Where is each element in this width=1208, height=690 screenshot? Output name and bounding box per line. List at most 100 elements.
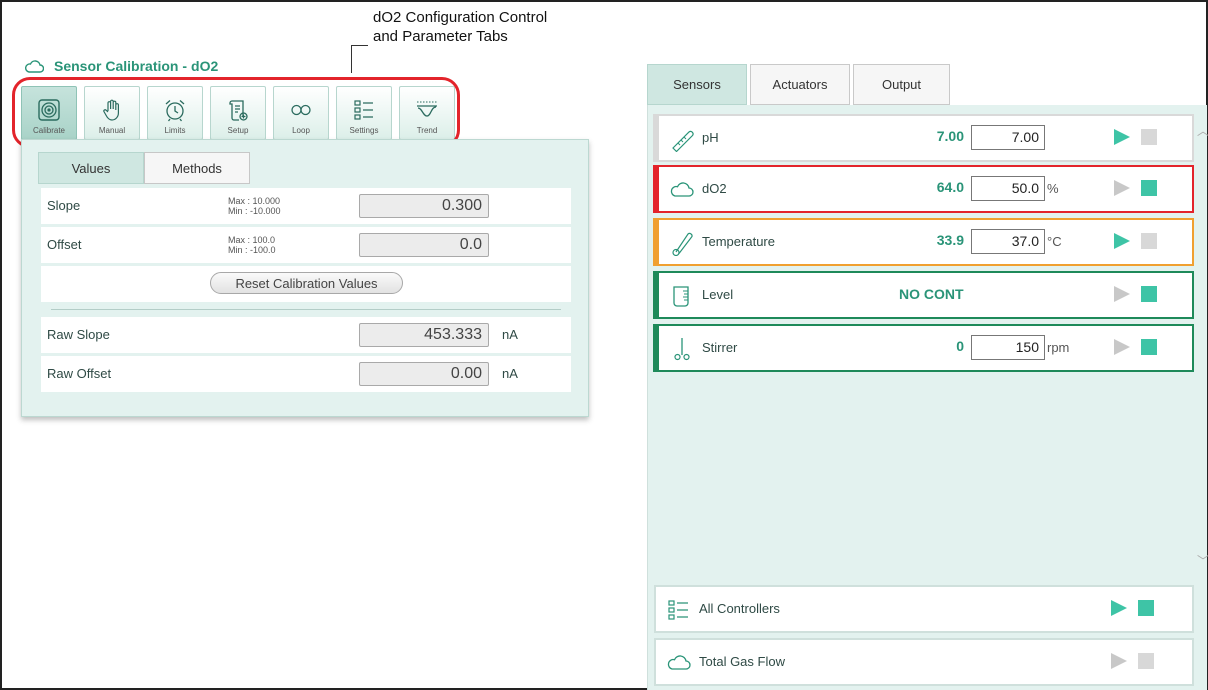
right-tabs: Sensors Actuators Output bbox=[647, 64, 950, 105]
tool-calibrate-label: Calibrate bbox=[32, 126, 65, 135]
slope-field[interactable]: 0.300 bbox=[359, 194, 489, 218]
tool-setup-label: Setup bbox=[227, 126, 249, 135]
loop-infinity-icon bbox=[291, 104, 311, 116]
sensor-setpoint-field[interactable]: 50.0 bbox=[971, 176, 1045, 201]
raw-offset-field: 0.00 bbox=[359, 362, 489, 386]
sensor-name: Temperature bbox=[702, 234, 775, 249]
tool-setup-button[interactable]: Setup bbox=[210, 86, 266, 140]
all-controllers-row[interactable]: All Controllers bbox=[654, 585, 1194, 633]
total-gas-flow-row[interactable]: Total Gas Flow bbox=[654, 638, 1194, 686]
sensor-row-temperature[interactable]: Temperature 33.9 37.0 °C bbox=[653, 218, 1194, 266]
tool-limits-button[interactable]: Limits bbox=[147, 86, 203, 140]
sensor-setpoint-field[interactable]: 7.00 bbox=[971, 125, 1045, 150]
annotation-callout: dO2 Configuration Control and Parameter … bbox=[373, 8, 547, 46]
slope-range: Max : 10.000 Min : -10.000 bbox=[228, 196, 281, 216]
tool-manual-label: Manual bbox=[98, 126, 126, 135]
offset-min: Min : -100.0 bbox=[228, 245, 276, 255]
calibration-subtabs: Values Methods bbox=[38, 152, 250, 184]
tab-output[interactable]: Output bbox=[853, 64, 950, 105]
raw-offset-label: Raw Offset bbox=[47, 366, 112, 381]
rows-divider bbox=[41, 305, 571, 317]
annotation-leader-vertical bbox=[351, 45, 352, 73]
tool-loop-label: Loop bbox=[292, 126, 310, 135]
alarm-clock-icon bbox=[165, 100, 185, 122]
settings-checklist-icon bbox=[668, 600, 688, 620]
tool-calibrate-button[interactable]: Calibrate bbox=[21, 86, 77, 140]
offset-max: Max : 100.0 bbox=[228, 235, 276, 245]
tool-loop-button[interactable]: Loop bbox=[273, 86, 329, 140]
hand-icon bbox=[103, 99, 119, 121]
offset-row: Offset Max : 100.0 Min : -100.0 0.0 bbox=[41, 227, 571, 263]
calibration-rows: Slope Max : 10.000 Min : -10.000 0.300 O… bbox=[41, 188, 571, 395]
annotation-line-2: and Parameter Tabs bbox=[373, 28, 508, 45]
scroll-up-arrow[interactable]: ︿ bbox=[1197, 122, 1208, 139]
sensor-unit: °C bbox=[1047, 234, 1062, 249]
start-button[interactable] bbox=[1114, 180, 1130, 196]
reset-row: Reset Calibration Values bbox=[41, 266, 571, 302]
sensor-unit: rpm bbox=[1047, 340, 1070, 355]
offset-field[interactable]: 0.0 bbox=[359, 233, 489, 257]
slope-row: Slope Max : 10.000 Min : -10.000 0.300 bbox=[41, 188, 571, 224]
sensor-row-level[interactable]: Level NO CONT bbox=[653, 271, 1194, 319]
cloud-icon bbox=[667, 655, 691, 670]
sensor-unit: % bbox=[1047, 181, 1059, 196]
tab-sensors[interactable]: Sensors bbox=[647, 64, 747, 105]
thermometer-probe-icon bbox=[672, 130, 694, 152]
tool-trend-label: Trend bbox=[416, 126, 438, 135]
start-button[interactable] bbox=[1114, 339, 1130, 355]
sensor-pv: 64.0 bbox=[936, 179, 964, 195]
slope-min: Min : -10.000 bbox=[228, 206, 281, 216]
raw-slope-field: 453.333 bbox=[359, 323, 489, 347]
scroll-down-arrow[interactable]: ﹀ bbox=[1197, 552, 1208, 569]
raw-slope-row: Raw Slope 453.333 nA bbox=[41, 317, 571, 353]
offset-label: Offset bbox=[47, 237, 82, 252]
sensor-row-do2[interactable]: dO2 64.0 50.0 % bbox=[653, 165, 1194, 213]
stop-gas-button[interactable] bbox=[1138, 653, 1154, 669]
annotation-leader-horizontal bbox=[352, 45, 368, 46]
stop-button[interactable] bbox=[1141, 286, 1157, 302]
config-toolbar: Calibrate Manual Limits Setup Loop Setti… bbox=[21, 86, 455, 140]
sensor-setpoint-field[interactable]: 37.0 bbox=[971, 229, 1045, 254]
cloud-icon bbox=[670, 182, 694, 197]
tab-actuators[interactable]: Actuators bbox=[750, 64, 850, 105]
all-controllers-label: All Controllers bbox=[699, 601, 780, 616]
raw-offset-unit: nA bbox=[502, 366, 518, 381]
calibration-card: Values Methods Slope Max : 10.000 Min : … bbox=[21, 139, 589, 417]
subtab-values[interactable]: Values bbox=[38, 152, 144, 184]
stop-button[interactable] bbox=[1141, 129, 1157, 145]
total-gas-flow-label: Total Gas Flow bbox=[699, 654, 785, 669]
start-button[interactable] bbox=[1114, 233, 1130, 249]
stop-button[interactable] bbox=[1141, 339, 1157, 355]
stop-all-button[interactable] bbox=[1138, 600, 1154, 616]
temperature-probe-icon bbox=[672, 232, 693, 256]
sensor-name: Level bbox=[702, 287, 734, 302]
tool-limits-label: Limits bbox=[164, 126, 186, 135]
panel-title-text: Sensor Calibration - bbox=[54, 58, 188, 74]
panel-title: Sensor Calibration - dO2 bbox=[24, 58, 218, 74]
stop-button[interactable] bbox=[1141, 180, 1157, 196]
raw-offset-row: Raw Offset 0.00 nA bbox=[41, 356, 571, 392]
tool-manual-button[interactable]: Manual bbox=[84, 86, 140, 140]
sensor-row-stirrer[interactable]: Stirrer 0 150 rpm bbox=[653, 324, 1194, 372]
sensor-row-ph[interactable]: pH 7.00 7.00 bbox=[653, 114, 1194, 162]
settings-checklist-icon bbox=[354, 100, 373, 120]
reset-calibration-button[interactable]: Reset Calibration Values bbox=[210, 272, 403, 294]
start-button[interactable] bbox=[1114, 286, 1130, 302]
offset-range: Max : 100.0 Min : -100.0 bbox=[228, 235, 276, 255]
start-button[interactable] bbox=[1114, 129, 1130, 145]
subtab-methods[interactable]: Methods bbox=[144, 152, 250, 184]
sensor-setpoint-field[interactable]: 150 bbox=[971, 335, 1045, 360]
sensor-name: pH bbox=[702, 130, 719, 145]
start-all-button[interactable] bbox=[1111, 600, 1127, 616]
tool-trend-button[interactable]: Trend bbox=[399, 86, 455, 140]
sensor-pv: 7.00 bbox=[936, 128, 964, 144]
tool-settings-button[interactable]: Settings bbox=[336, 86, 392, 140]
sensor-status: NO CONT bbox=[899, 286, 964, 302]
sensor-pv: 33.9 bbox=[936, 232, 964, 248]
stop-button[interactable] bbox=[1141, 233, 1157, 249]
calibrate-target-icon bbox=[38, 99, 60, 121]
start-gas-button[interactable] bbox=[1111, 653, 1127, 669]
setup-scroll-icon bbox=[229, 100, 248, 121]
sensor-pv: 0 bbox=[956, 338, 964, 354]
tool-settings-label: Settings bbox=[349, 126, 379, 135]
